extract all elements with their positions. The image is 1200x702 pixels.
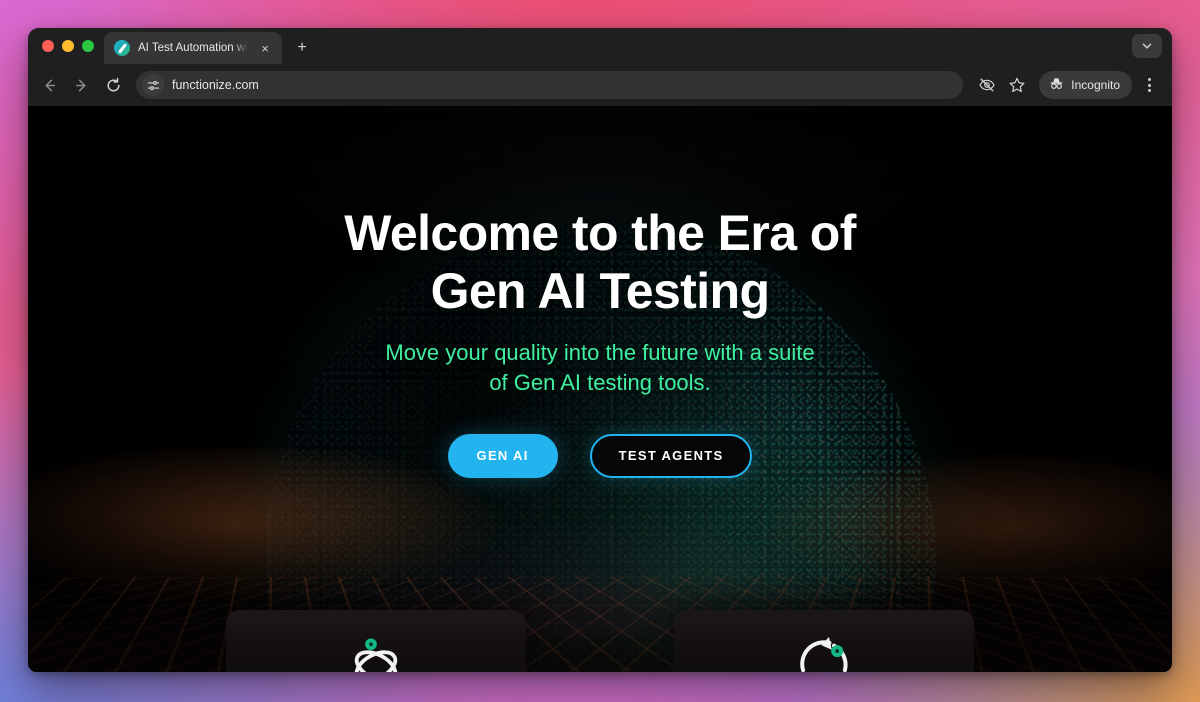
- hero-section: Welcome to the Era of Gen AI Testing Mov…: [28, 106, 1172, 672]
- address-bar[interactable]: [136, 71, 964, 99]
- hero-cta-group: GEN AI TEST AGENTS: [447, 433, 753, 478]
- hero-subtitle-line-2: of Gen AI testing tools.: [489, 369, 711, 395]
- chevron-down-icon[interactable]: [1132, 34, 1162, 58]
- minimize-window-button[interactable]: [62, 40, 74, 52]
- atom-orbit-icon: [354, 638, 398, 672]
- page-title: Welcome to the Era of Gen AI Testing: [344, 204, 856, 320]
- page-viewport: Welcome to the Era of Gen AI Testing Mov…: [28, 106, 1172, 672]
- hero-subtitle-line-1: Move your quality into the future with a…: [385, 340, 815, 365]
- kebab-menu-icon[interactable]: [1136, 71, 1162, 99]
- incognito-label: Incognito: [1071, 78, 1120, 92]
- tab-strip: AI Test Automation with Mach × +: [28, 28, 1172, 64]
- browser-tab[interactable]: AI Test Automation with Mach ×: [104, 32, 282, 64]
- hero-subtitle: Move your quality into the future with a…: [385, 338, 814, 398]
- kebab-dot: [1147, 83, 1151, 87]
- gen-ai-button[interactable]: GEN AI: [447, 433, 558, 478]
- feature-card[interactable]: [226, 610, 526, 672]
- url-input[interactable]: [172, 78, 954, 92]
- test-agents-button[interactable]: TEST AGENTS: [589, 433, 753, 478]
- close-window-button[interactable]: [42, 40, 54, 52]
- new-tab-button[interactable]: +: [288, 34, 316, 62]
- back-arrow-icon[interactable]: [34, 70, 64, 100]
- kebab-dot: [1147, 89, 1151, 92]
- incognito-indicator[interactable]: Incognito: [1039, 71, 1132, 99]
- close-tab-icon[interactable]: ×: [256, 39, 274, 57]
- circular-arrow-icon: [800, 637, 848, 672]
- forward-arrow-icon[interactable]: [66, 70, 96, 100]
- hero-title-line-1: Welcome to the Era of: [344, 205, 856, 261]
- desktop-background: AI Test Automation with Mach × +: [0, 0, 1200, 702]
- star-icon[interactable]: [1003, 71, 1031, 99]
- tune-icon[interactable]: [142, 74, 164, 96]
- feature-card[interactable]: [674, 610, 974, 672]
- functionize-favicon-icon: [114, 40, 130, 56]
- reload-icon[interactable]: [98, 70, 128, 100]
- maximize-window-button[interactable]: [82, 40, 94, 52]
- tab-title: AI Test Automation with Mach: [138, 42, 248, 54]
- window-traffic-lights: [36, 28, 104, 64]
- browser-window: AI Test Automation with Mach × +: [28, 28, 1172, 672]
- eye-slash-icon[interactable]: [973, 71, 1001, 99]
- browser-toolbar: Incognito: [28, 64, 1172, 106]
- kebab-dot: [1147, 78, 1151, 81]
- hero-title-line-2: Gen AI Testing: [430, 263, 770, 319]
- incognito-hat-icon: [1048, 75, 1065, 95]
